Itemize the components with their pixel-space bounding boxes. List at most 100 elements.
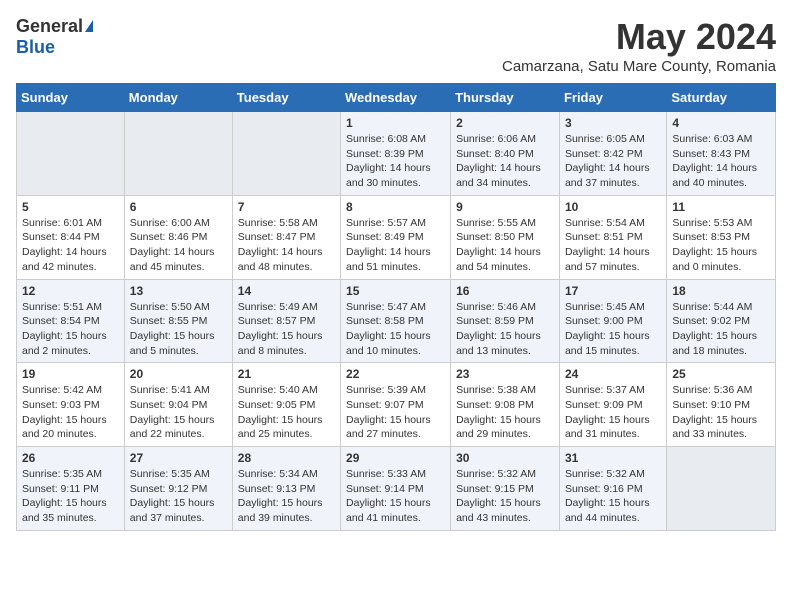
day-number: 6	[130, 200, 227, 214]
calendar-cell: 2Sunrise: 6:06 AMSunset: 8:40 PMDaylight…	[451, 112, 560, 196]
calendar-cell: 16Sunrise: 5:46 AMSunset: 8:59 PMDayligh…	[451, 279, 560, 363]
calendar-cell: 8 Sunrise: 5:57 AMSunset: 8:49 PMDaylight…	[341, 195, 451, 279]
day-info: Sunrise: 5:40 AMSunset: 9:05 PMDaylight:…	[238, 383, 335, 442]
calendar-cell: 30 Sunrise: 5:32 AMSunset: 9:15 PMDayligh…	[451, 447, 560, 531]
week-row-0: 1 Sunrise: 6:08 AMSunset: 8:39 PMDaylight…	[17, 112, 776, 196]
page-header: General Blue May 2024 Camarzana, Satu Ma…	[16, 16, 776, 75]
day-number: 8	[346, 200, 445, 214]
month-title: May 2024	[502, 16, 776, 58]
calendar-cell: 3 Sunrise: 6:05 AMSunset: 8:42 PMDaylight…	[559, 112, 666, 196]
week-row-2: 12 Sunrise: 5:51 AMSunset: 8:54 PMDayligh…	[17, 279, 776, 363]
calendar-cell: 10Sunrise: 5:54 AMSunset: 8:51 PMDayligh…	[559, 195, 666, 279]
day-info: Sunrise: 5:32 AMSunset: 9:15 PMDaylight:…	[456, 467, 554, 526]
day-number: 29	[346, 451, 445, 465]
week-row-3: 19Sunrise: 5:42 AMSunset: 9:03 PMDayligh…	[17, 363, 776, 447]
day-number: 28	[238, 451, 335, 465]
day-info: Sunrise: 5:38 AMSunset: 9:08 PMDaylight:…	[456, 383, 554, 442]
calendar-cell: 21Sunrise: 5:40 AMSunset: 9:05 PMDayligh…	[232, 363, 340, 447]
calendar-cell	[17, 112, 125, 196]
day-info: Sunrise: 5:45 AMSunset: 9:00 PMDaylight:…	[565, 300, 661, 359]
day-info: Sunrise: 5:58 AMSunset: 8:47 PMDaylight:…	[238, 216, 335, 275]
day-number: 30	[456, 451, 554, 465]
calendar-cell: 1 Sunrise: 6:08 AMSunset: 8:39 PMDaylight…	[341, 112, 451, 196]
day-info: Sunrise: 5:53 AMSunset: 8:53 PMDaylight:…	[672, 216, 770, 275]
calendar-cell: 7 Sunrise: 5:58 AMSunset: 8:47 PMDaylight…	[232, 195, 340, 279]
day-info: Sunrise: 5:42 AMSunset: 9:03 PMDaylight:…	[22, 383, 119, 442]
calendar-cell: 27 Sunrise: 5:35 AMSunset: 9:12 PMDayligh…	[124, 447, 232, 531]
calendar-cell: 31 Sunrise: 5:32 AMSunset: 9:16 PMDayligh…	[559, 447, 666, 531]
day-info: Sunrise: 5:54 AMSunset: 8:51 PMDaylight:…	[565, 216, 661, 275]
calendar-cell: 6 Sunrise: 6:00 AMSunset: 8:46 PMDaylight…	[124, 195, 232, 279]
day-info: Sunrise: 6:08 AMSunset: 8:39 PMDaylight:…	[346, 132, 445, 191]
day-number: 14	[238, 284, 335, 298]
calendar-cell: 19Sunrise: 5:42 AMSunset: 9:03 PMDayligh…	[17, 363, 125, 447]
day-number: 5	[22, 200, 119, 214]
logo-icon	[85, 20, 93, 32]
calendar-cell: 22 Sunrise: 5:39 AMSunset: 9:07 PMDayligh…	[341, 363, 451, 447]
calendar-cell	[667, 447, 776, 531]
calendar-cell: 5 Sunrise: 6:01 AMSunset: 8:44 PMDaylight…	[17, 195, 125, 279]
calendar-cell: 11 Sunrise: 5:53 AMSunset: 8:53 PMDayligh…	[667, 195, 776, 279]
day-info: Sunrise: 5:35 AMSunset: 9:12 PMDaylight:…	[130, 467, 227, 526]
day-number: 9	[456, 200, 554, 214]
logo: General Blue	[16, 16, 93, 58]
day-info: Sunrise: 5:46 AMSunset: 8:59 PMDaylight:…	[456, 300, 554, 359]
week-row-1: 5 Sunrise: 6:01 AMSunset: 8:44 PMDaylight…	[17, 195, 776, 279]
day-info: Sunrise: 5:32 AMSunset: 9:16 PMDaylight:…	[565, 467, 661, 526]
day-number: 11	[672, 200, 770, 214]
calendar-cell	[124, 112, 232, 196]
day-info: Sunrise: 6:01 AMSunset: 8:44 PMDaylight:…	[22, 216, 119, 275]
calendar-cell: 23 Sunrise: 5:38 AMSunset: 9:08 PMDayligh…	[451, 363, 560, 447]
calendar-cell: 14Sunrise: 5:49 AMSunset: 8:57 PMDayligh…	[232, 279, 340, 363]
day-number: 7	[238, 200, 335, 214]
day-info: Sunrise: 5:34 AMSunset: 9:13 PMDaylight:…	[238, 467, 335, 526]
day-info: Sunrise: 5:41 AMSunset: 9:04 PMDaylight:…	[130, 383, 227, 442]
calendar-cell: 18 Sunrise: 5:44 AMSunset: 9:02 PMDayligh…	[667, 279, 776, 363]
day-info: Sunrise: 5:39 AMSunset: 9:07 PMDaylight:…	[346, 383, 445, 442]
weekday-header-sunday: Sunday	[17, 84, 125, 112]
day-info: Sunrise: 5:37 AMSunset: 9:09 PMDaylight:…	[565, 383, 661, 442]
weekday-header-friday: Friday	[559, 84, 666, 112]
calendar-cell: 12 Sunrise: 5:51 AMSunset: 8:54 PMDayligh…	[17, 279, 125, 363]
calendar-cell: 25Sunrise: 5:36 AMSunset: 9:10 PMDayligh…	[667, 363, 776, 447]
title-block: May 2024 Camarzana, Satu Mare County, Ro…	[502, 16, 776, 75]
day-info: Sunrise: 5:33 AMSunset: 9:14 PMDaylight:…	[346, 467, 445, 526]
day-number: 3	[565, 116, 661, 130]
day-info: Sunrise: 6:00 AMSunset: 8:46 PMDaylight:…	[130, 216, 227, 275]
calendar-table: SundayMondayTuesdayWednesdayThursdayFrid…	[16, 83, 776, 531]
day-number: 12	[22, 284, 119, 298]
week-row-4: 26Sunrise: 5:35 AMSunset: 9:11 PMDayligh…	[17, 447, 776, 531]
day-info: Sunrise: 5:44 AMSunset: 9:02 PMDaylight:…	[672, 300, 770, 359]
day-number: 17	[565, 284, 661, 298]
day-number: 25	[672, 367, 770, 381]
day-number: 13	[130, 284, 227, 298]
calendar-cell: 29 Sunrise: 5:33 AMSunset: 9:14 PMDayligh…	[341, 447, 451, 531]
day-number: 20	[130, 367, 227, 381]
day-info: Sunrise: 6:05 AMSunset: 8:42 PMDaylight:…	[565, 132, 661, 191]
calendar-cell: 15Sunrise: 5:47 AMSunset: 8:58 PMDayligh…	[341, 279, 451, 363]
calendar-cell: 13 Sunrise: 5:50 AMSunset: 8:55 PMDayligh…	[124, 279, 232, 363]
day-number: 23	[456, 367, 554, 381]
day-number: 26	[22, 451, 119, 465]
weekday-header-monday: Monday	[124, 84, 232, 112]
day-number: 22	[346, 367, 445, 381]
calendar-cell: 24Sunrise: 5:37 AMSunset: 9:09 PMDayligh…	[559, 363, 666, 447]
day-info: Sunrise: 5:51 AMSunset: 8:54 PMDaylight:…	[22, 300, 119, 359]
day-info: Sunrise: 5:47 AMSunset: 8:58 PMDaylight:…	[346, 300, 445, 359]
logo-general: General	[16, 16, 83, 37]
calendar-cell: 9Sunrise: 5:55 AMSunset: 8:50 PMDaylight…	[451, 195, 560, 279]
calendar-cell: 4Sunrise: 6:03 AMSunset: 8:43 PMDaylight…	[667, 112, 776, 196]
location: Camarzana, Satu Mare County, Romania	[502, 58, 776, 75]
day-info: Sunrise: 6:03 AMSunset: 8:43 PMDaylight:…	[672, 132, 770, 191]
day-number: 1	[346, 116, 445, 130]
logo-blue: Blue	[16, 37, 55, 58]
weekday-header-row: SundayMondayTuesdayWednesdayThursdayFrid…	[17, 84, 776, 112]
calendar-cell: 17 Sunrise: 5:45 AMSunset: 9:00 PMDayligh…	[559, 279, 666, 363]
weekday-header-saturday: Saturday	[667, 84, 776, 112]
day-number: 18	[672, 284, 770, 298]
day-info: Sunrise: 5:50 AMSunset: 8:55 PMDaylight:…	[130, 300, 227, 359]
weekday-header-thursday: Thursday	[451, 84, 560, 112]
day-number: 31	[565, 451, 661, 465]
day-number: 27	[130, 451, 227, 465]
day-info: Sunrise: 5:57 AMSunset: 8:49 PMDaylight:…	[346, 216, 445, 275]
